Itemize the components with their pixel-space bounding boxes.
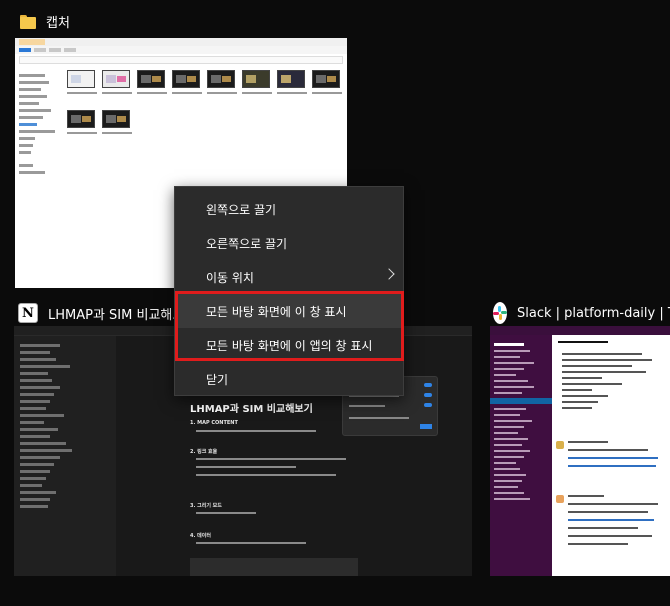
notion-heading: 2. 링크 효율 [190,449,218,455]
slack-sidebar [490,335,552,576]
window-title-label: Slack | platform-daily | TEN [517,305,670,321]
menu-item-label: 이동 위치 [206,270,254,285]
slack-topbar [490,326,670,335]
window-context-menu: 왼쪽으로 끌기 오른쪽으로 끌기 이동 위치 모든 바탕 화면에 이 창 표시 … [174,186,404,396]
notion-heading: 4. 데이터 [190,533,211,539]
window-title-slack[interactable]: Slack | platform-daily | TEN [493,302,670,324]
menu-item-move-to[interactable]: 이동 위치 [175,260,403,294]
window-title-explorer[interactable]: 캡처 [20,12,70,31]
explorer-titlebar [15,38,347,46]
slack-window-thumbnail[interactable] [490,326,670,576]
explorer-nav-pane [15,68,59,288]
menu-item-show-window-all-desktops[interactable]: 모든 바탕 화면에 이 창 표시 [175,294,403,328]
menu-item-label: 왼쪽으로 끌기 [206,202,277,217]
chevron-right-icon [383,268,395,280]
notion-heading: 3. 그리기 모드 [190,503,222,509]
menu-item-snap-right[interactable]: 오른쪽으로 끌기 [175,226,403,260]
explorer-address-bar [19,56,343,64]
notion-code-block [190,558,358,576]
menu-item-label: 닫기 [206,372,229,387]
notion-page-title: LHMAP과 SIM 비교해보기 [190,404,313,415]
menu-item-show-app-windows-all-desktops[interactable]: 모든 바탕 화면에 이 앱의 창 표시 [175,328,403,362]
notion-sidebar [14,336,116,576]
slack-channel-view [552,335,670,576]
slack-workspace-name [494,343,524,346]
menu-item-label: 모든 바탕 화면에 이 창 표시 [206,304,347,319]
folder-icon [20,14,36,29]
notion-heading: 1. MAP CONTENT [190,420,238,426]
window-title-label: 캡처 [46,16,70,31]
menu-item-label: 오른쪽으로 끌기 [206,236,288,251]
menu-item-close[interactable]: 닫기 [175,362,403,396]
window-title-notion[interactable]: N LHMAP과 SIM 비교해보기 [18,303,196,323]
explorer-ribbon [15,46,347,54]
menu-item-label: 모든 바탕 화면에 이 앱의 창 표시 [206,338,373,353]
slack-icon [493,302,507,324]
notion-icon: N [18,303,38,323]
menu-item-snap-left[interactable]: 왼쪽으로 끌기 [175,192,403,226]
